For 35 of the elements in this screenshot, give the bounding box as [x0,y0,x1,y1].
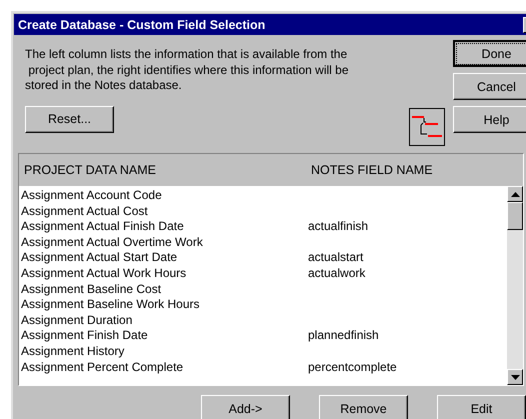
list-item[interactable]: Assignment Account Code [19,188,308,204]
scroll-down-button[interactable] [507,369,523,385]
list-item[interactable]: Assignment Baseline Cost [19,282,308,298]
up-arrow-icon [510,192,520,196]
column-header[interactable]: PROJECT DATA NAME [19,163,311,177]
window-title: Create Database - Custom Field Selection [17,18,266,32]
list-item[interactable]: Assignment Actual Finish Date [19,219,308,235]
list-item[interactable]: Assignment Actual Cost [19,204,308,220]
reset-button[interactable]: Reset... [25,106,114,132]
list-item[interactable]: Assignment Duration [19,312,308,328]
field-name: actualfinish [308,219,368,235]
field-name: actualstart [308,250,364,266]
list-item[interactable]: Assignment Percent Complete [19,360,308,376]
field-name: percentcomplete [308,360,397,376]
list-item[interactable]: Assignment Actual Work Hours [19,266,308,282]
dialog-button[interactable]: Help [453,106,526,133]
scroll-thumb[interactable] [507,202,523,230]
description-text: The left column lists the information that is available from the project plan, the right identifies where this information will be stored in the Notes database. [25,47,350,94]
list-item[interactable]: Assignment History [19,344,308,360]
column-header[interactable]: NOTES FIELD NAME [311,163,433,177]
dialog-button[interactable]: Add-> [201,395,290,419]
down-arrow-icon [510,374,520,380]
list-item[interactable]: Assignment Finish Date [19,328,308,344]
field-name: plannedfinish [308,328,379,344]
list-item[interactable]: Assignment Baseline Work Hours [19,297,308,313]
scrollbar[interactable] [507,186,523,385]
field-name: actualwork [308,266,366,282]
list-item[interactable]: Assignment Actual Start Date [19,250,308,266]
field-mapping-icon[interactable] [409,108,445,146]
dialog-button[interactable]: Edit [437,395,526,419]
scroll-up-button[interactable] [507,186,523,202]
list-item[interactable]: Assignment Actual Overtime Work [19,234,308,250]
dialog-button[interactable]: Cancel [453,73,526,100]
dialog-button[interactable]: Remove [319,395,408,419]
dialog-button[interactable]: Done [453,40,526,67]
